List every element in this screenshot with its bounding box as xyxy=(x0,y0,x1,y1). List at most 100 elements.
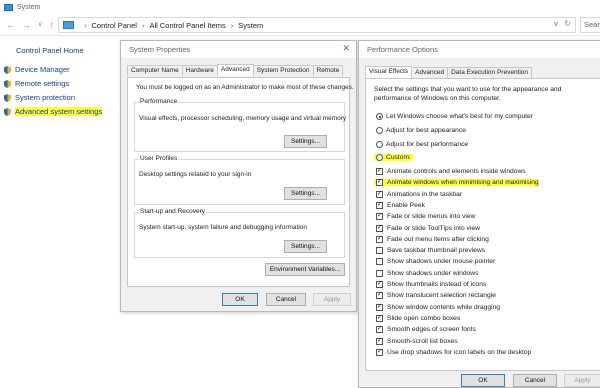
checkbox-unchecked-icon[interactable] xyxy=(376,247,383,255)
effect-checkbox-row[interactable]: ✓ Animate windows when minimising and max… xyxy=(374,179,539,187)
effect-checkbox-row[interactable]: ✓ Show window contents while dragging xyxy=(376,303,500,311)
effect-checkbox-row[interactable]: ✓ Animations in the taskbar xyxy=(376,190,462,198)
window-title: System xyxy=(17,3,41,11)
tab-visual-effects[interactable]: Visual Effects xyxy=(365,66,413,78)
user-profiles-group: User Profiles Desktop settings related t… xyxy=(134,155,345,205)
cancel-button[interactable]: Cancel xyxy=(513,374,557,387)
breadcrumb-control-panel[interactable]: Control Panel xyxy=(92,21,137,30)
environment-variables-button[interactable]: Environment Variables... xyxy=(265,263,345,276)
address-dropdown-icon[interactable]: ∨ xyxy=(553,19,559,28)
effect-label: Fade out menu items after clicking xyxy=(387,235,489,243)
effect-checkbox-row[interactable]: ✓ Show thumbnails instead of icons xyxy=(376,281,486,288)
startup-recovery-group: Start-up and Recovery System start-up, s… xyxy=(134,208,345,258)
breadcrumb-chevron-icon[interactable]: › xyxy=(84,21,87,30)
effect-checkbox-row[interactable]: Show shadows under mouse pointer xyxy=(376,258,495,266)
startup-recovery-settings-button[interactable]: Settings... xyxy=(284,240,327,253)
dialog-titlebar: System Properties ✕ xyxy=(121,41,356,58)
effect-label: Save taskbar thumbnail previews xyxy=(387,247,486,255)
checkbox-checked-icon[interactable]: ✓ xyxy=(376,281,383,288)
effect-checkbox-row[interactable]: ✓ Use drop shadows for icon labels on the… xyxy=(376,348,531,356)
forward-arrow-icon[interactable]: → xyxy=(22,20,31,30)
checkbox-checked-icon[interactable]: ✓ xyxy=(376,303,383,311)
checkbox-checked-icon[interactable]: ✓ xyxy=(376,179,383,187)
remote-settings-link[interactable]: Remote settings xyxy=(4,79,69,88)
effect-checkbox-row[interactable]: ✓ Smooth edges of screen fonts xyxy=(376,326,476,334)
checkbox-checked-icon[interactable]: ✓ xyxy=(376,348,383,356)
control-panel-home-link[interactable]: Control Panel Home xyxy=(16,46,84,55)
performance-group-title: Performance xyxy=(139,98,179,105)
device-manager-link[interactable]: Device Manager xyxy=(4,65,70,74)
left-nav-pane: Control Panel Home Device Manager Remote… xyxy=(0,36,118,388)
close-icon[interactable]: ✕ xyxy=(342,43,350,54)
shield-icon xyxy=(4,79,11,88)
effect-checkbox-row[interactable]: Save taskbar thumbnail previews xyxy=(376,247,486,255)
radio-icon xyxy=(376,154,383,161)
system-protection-label: System protection xyxy=(15,93,76,102)
effect-label: Animate windows when minimising and maxi… xyxy=(387,179,539,187)
effect-checkbox-row[interactable]: ✓ Smooth-scroll list boxes xyxy=(376,337,458,345)
tab-advanced[interactable]: Advanced xyxy=(216,64,254,76)
radio-icon xyxy=(376,141,383,148)
effect-checkbox-row[interactable]: ✓ Slide open combo boxes xyxy=(376,314,460,322)
radio-best-appearance[interactable]: Adjust for best appearance xyxy=(376,127,466,134)
effect-checkbox-row[interactable]: ✓ Enable Peek xyxy=(376,201,425,209)
system-properties-dialog: System Properties ✕ Computer Name Hardwa… xyxy=(120,40,357,312)
radio-custom[interactable]: Custom: xyxy=(374,154,413,161)
checkbox-unchecked-icon[interactable] xyxy=(376,258,383,266)
checkbox-unchecked-icon[interactable] xyxy=(376,269,383,277)
advanced-system-settings-link[interactable]: Advanced system settings xyxy=(4,107,103,116)
checkbox-checked-icon[interactable]: ✓ xyxy=(376,168,383,175)
performance-group: Performance Visual effects, processor sc… xyxy=(134,98,346,152)
performance-settings-button[interactable]: Settings... xyxy=(284,135,327,148)
ok-button[interactable]: OK xyxy=(461,374,505,387)
tab-data-execution-prevention[interactable]: Data Execution Prevention xyxy=(447,67,533,78)
effect-checkbox-row[interactable]: ✓ Show translucent selection rectangle xyxy=(376,292,496,300)
breadcrumb-chevron-icon[interactable]: › xyxy=(231,21,234,30)
effect-checkbox-row[interactable]: ✓ Fade or slide menus into view xyxy=(376,213,476,221)
user-profiles-settings-button[interactable]: Settings... xyxy=(284,187,327,200)
radio-best-performance[interactable]: Adjust for best performance xyxy=(376,141,468,148)
cancel-button[interactable]: Cancel xyxy=(266,293,306,306)
effect-label: Fade or slide menus into view xyxy=(387,213,476,221)
refresh-icon[interactable]: ↻ xyxy=(564,19,571,28)
effect-checkbox-row[interactable]: ✓ Fade or slide ToolTips into view xyxy=(376,224,480,232)
radio-let-windows-choose[interactable]: Let Windows choose what's best for my co… xyxy=(376,113,533,120)
back-arrow-icon[interactable]: ← xyxy=(6,20,15,30)
dialog-title: Performance Options xyxy=(367,45,438,54)
recent-dropdown-icon[interactable]: ∨ xyxy=(38,21,42,28)
breadcrumb-all-items[interactable]: All Control Panel Items xyxy=(149,21,225,30)
tab-computer-name[interactable]: Computer Name xyxy=(127,65,183,76)
ok-button[interactable]: OK xyxy=(222,293,258,306)
breadcrumb-system[interactable]: System xyxy=(238,21,263,30)
checkbox-checked-icon[interactable]: ✓ xyxy=(376,292,383,300)
address-bar[interactable]: › Control Panel › All Control Panel Item… xyxy=(58,17,576,33)
checkbox-checked-icon[interactable]: ✓ xyxy=(376,213,383,221)
performance-options-dialog: Performance Options Visual Effects Advan… xyxy=(358,40,600,388)
checkbox-checked-icon[interactable]: ✓ xyxy=(376,314,383,322)
effect-label: Show shadows under windows xyxy=(387,269,479,277)
tab-advanced[interactable]: Advanced xyxy=(411,67,449,78)
search-input[interactable]: Search xyxy=(580,17,600,33)
checkbox-checked-icon[interactable]: ✓ xyxy=(376,224,383,232)
checkbox-checked-icon[interactable]: ✓ xyxy=(376,235,383,243)
checkbox-checked-icon[interactable]: ✓ xyxy=(376,190,383,198)
checkbox-checked-icon[interactable]: ✓ xyxy=(376,337,383,345)
apply-button[interactable]: Apply xyxy=(313,293,351,306)
apply-button[interactable]: Apply xyxy=(564,374,600,387)
effect-label: Smooth edges of screen fonts xyxy=(387,326,476,334)
radio-selected-icon xyxy=(376,113,383,120)
dialog-titlebar: Performance Options xyxy=(359,41,600,58)
effect-checkbox-row[interactable]: ✓ Fade out menu items after clicking xyxy=(376,235,489,243)
window-titlebar: System xyxy=(0,0,600,14)
breadcrumb-chevron-icon[interactable]: › xyxy=(142,21,145,30)
effect-checkbox-row[interactable]: Show shadows under windows xyxy=(376,269,479,277)
checkbox-checked-icon[interactable]: ✓ xyxy=(376,201,383,209)
effect-label: Fade or slide ToolTips into view xyxy=(387,224,480,232)
checkbox-checked-icon[interactable]: ✓ xyxy=(376,326,383,334)
up-arrow-icon[interactable]: ↑ xyxy=(49,20,54,30)
tab-system-protection[interactable]: System Protection xyxy=(252,65,314,76)
system-protection-link[interactable]: System protection xyxy=(4,93,75,102)
tab-remote[interactable]: Remote xyxy=(312,65,344,76)
tab-hardware[interactable]: Hardware xyxy=(181,65,218,76)
effect-checkbox-row[interactable]: ✓ Animate controls and elements inside wi… xyxy=(376,168,526,175)
